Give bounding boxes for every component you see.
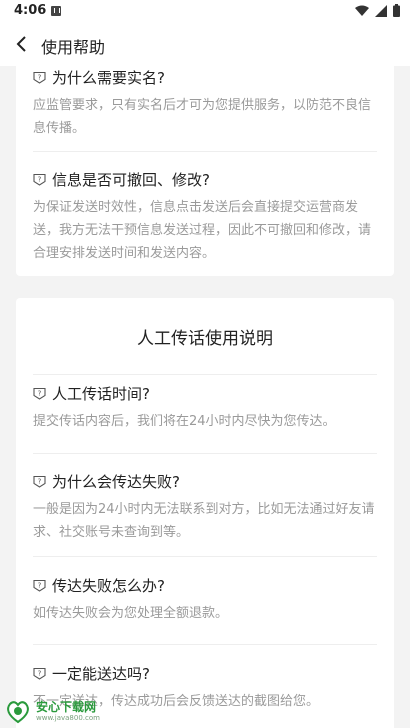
answer-text: 一般是因为24小时内无法联系到对方，比如无法通过好友请求、社交账号未查询到等。 bbox=[33, 502, 375, 540]
question-shield-icon: ? bbox=[33, 71, 46, 84]
question-text: 信息是否可撤回、修改? bbox=[52, 170, 210, 189]
page-title: 使用帮助 bbox=[41, 38, 106, 57]
watermark-title: 安心下载网 bbox=[36, 699, 97, 714]
status-time: 4:06 bbox=[14, 3, 47, 18]
answer-text: 应监管要求，只有实名后才可为您提供服务，以防范不良信息传播。 bbox=[33, 98, 372, 136]
qa-item: ? 为什么会传达失败? 一般是因为24小时内无法联系到对方，比如无法通过好友请求… bbox=[33, 470, 377, 544]
help-card-manual-relay: 人工传话使用说明 ? 人工传话时间? 提交传话内容后，我们将在24小时内尽快为您… bbox=[16, 298, 394, 728]
question-shield-icon: ? bbox=[33, 579, 46, 592]
app-bar: 使用帮助 bbox=[0, 24, 410, 66]
answer-text: 为保证发送时效性，信息点击发送后会直接提交运营商发送，我方无法干预信息发送过程，… bbox=[33, 200, 372, 261]
status-bar: 4:06 bbox=[0, 0, 410, 24]
wifi-icon bbox=[355, 5, 369, 16]
signal-icon bbox=[375, 4, 387, 17]
svg-text:?: ? bbox=[38, 669, 42, 677]
qa-item: ? 传达失败怎么办? 如传达失败会为您处理全额退款。 bbox=[33, 574, 377, 625]
question-shield-icon: ? bbox=[33, 667, 46, 680]
divider bbox=[33, 374, 377, 375]
question-text: 一定能送达吗? bbox=[52, 664, 150, 683]
question-shield-icon: ? bbox=[33, 387, 46, 400]
question-shield-icon: ? bbox=[33, 173, 46, 186]
watermark-url: www.java800.com bbox=[36, 713, 100, 722]
watermark-logo-icon bbox=[7, 701, 29, 724]
qa-item: ? 信息是否可撤回、修改? 为保证发送时效性，信息点击发送后会直接提交运营商发送… bbox=[33, 168, 377, 265]
question-text: 传达失败怎么办? bbox=[52, 576, 165, 595]
question-text: 为什么会传达失败? bbox=[52, 472, 180, 491]
svg-text:?: ? bbox=[38, 175, 42, 183]
back-button[interactable] bbox=[8, 30, 36, 58]
question-text: 人工传话时间? bbox=[52, 384, 150, 403]
battery-icon bbox=[393, 4, 400, 17]
question-text: 为什么需要实名? bbox=[52, 68, 165, 87]
question-shield-icon: ? bbox=[33, 475, 46, 488]
help-card-general: ? 为什么需要实名? 应监管要求，只有实名后才可为您提供服务，以防范不良信息传播… bbox=[16, 66, 394, 276]
qa-item: ? 人工传话时间? 提交传话内容后，我们将在24小时内尽快为您传达。 bbox=[33, 382, 377, 433]
status-icons bbox=[355, 4, 400, 17]
chevron-left-icon bbox=[16, 36, 26, 52]
divider bbox=[33, 453, 377, 454]
qa-item: ? 为什么需要实名? 应监管要求，只有实名后才可为您提供服务，以防范不良信息传播… bbox=[33, 66, 377, 140]
answer-text: 提交传话内容后，我们将在24小时内尽快为您传达。 bbox=[33, 414, 336, 429]
svg-text:?: ? bbox=[38, 389, 42, 397]
divider bbox=[33, 644, 377, 645]
divider bbox=[33, 556, 377, 557]
svg-text:?: ? bbox=[38, 477, 42, 485]
help-content[interactable]: ? 为什么需要实名? 应监管要求，只有实名后才可为您提供服务，以防范不良信息传播… bbox=[0, 66, 410, 728]
divider bbox=[33, 151, 377, 152]
svg-text:?: ? bbox=[38, 73, 42, 81]
answer-text: 如传达失败会为您处理全额退款。 bbox=[33, 606, 229, 621]
svg-text:?: ? bbox=[38, 581, 42, 589]
watermark: 安心下载网 www.java800.com bbox=[4, 694, 114, 728]
notification-icon bbox=[51, 6, 61, 16]
section-title: 人工传话使用说明 bbox=[137, 329, 273, 349]
